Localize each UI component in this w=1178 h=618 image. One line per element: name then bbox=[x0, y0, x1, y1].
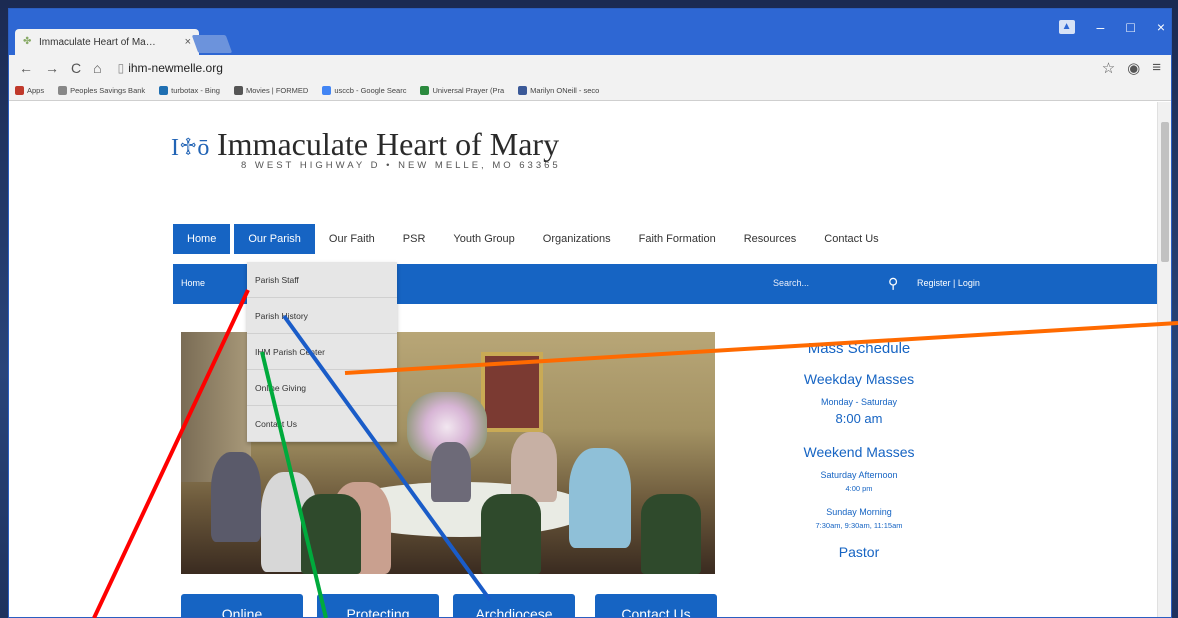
bookmark-favicon-icon bbox=[322, 86, 332, 95]
dropdown-item-online-giving[interactable]: Online Giving bbox=[247, 370, 397, 406]
search-input[interactable] bbox=[773, 278, 873, 288]
bookmark-label: Peoples Savings Bank bbox=[70, 86, 146, 95]
page-icon: ▯ bbox=[117, 61, 125, 75]
new-tab-button[interactable] bbox=[191, 35, 233, 53]
contact-us-button[interactable]: Contact Us bbox=[595, 594, 717, 617]
weekday-days: Monday - Saturday bbox=[820, 397, 898, 407]
weekday-masses-heading: Weekday Masses bbox=[803, 371, 915, 387]
scrollbar-thumb[interactable] bbox=[1161, 122, 1169, 262]
home-icon[interactable]: ⌂ bbox=[93, 60, 101, 76]
breadcrumb[interactable]: Home bbox=[181, 278, 205, 288]
nav-psr[interactable]: PSR bbox=[389, 224, 440, 254]
register-login-link[interactable]: Register | Login bbox=[917, 278, 980, 288]
bookmark-label: usccb - Google Searc bbox=[334, 86, 407, 95]
browser-tab[interactable]: ✤ Immaculate Heart of Ma… × bbox=[15, 29, 199, 55]
saturday-label: Saturday Afternoon bbox=[820, 470, 898, 480]
parish-logo[interactable]: I♱ō bbox=[171, 128, 211, 168]
dropdown-item-contact-us[interactable]: Contact Us bbox=[247, 406, 397, 442]
bookmark-favicon-icon bbox=[233, 86, 243, 95]
bookmark-item[interactable]: Marilyn ONeill - seco bbox=[518, 86, 599, 95]
nav-home[interactable]: Home bbox=[173, 224, 231, 254]
page-scrollbar[interactable] bbox=[1157, 102, 1171, 617]
bookmark-favicon-icon bbox=[518, 86, 528, 95]
nav-contact-us[interactable]: Contact Us bbox=[810, 224, 892, 254]
apps-grid-icon bbox=[15, 86, 24, 95]
url-text: ihm-newmelle.org bbox=[128, 61, 223, 75]
browser-window: ✤ Immaculate Heart of Ma… × ▲ – □ × ← → … bbox=[8, 8, 1172, 618]
favicon-icon: ✤ bbox=[23, 36, 32, 47]
extension-icon[interactable]: ◉ bbox=[1127, 59, 1140, 77]
mass-schedule: Mass Schedule Weekday Masses Monday - Sa… bbox=[769, 340, 949, 570]
minimize-icon[interactable]: – bbox=[1097, 19, 1105, 35]
online-button[interactable]: Online bbox=[181, 594, 303, 617]
sunday-label: Sunday Morning bbox=[826, 507, 892, 517]
bookmark-item[interactable]: Movies | FORMED bbox=[233, 86, 309, 95]
weekday-time: 8:00 am bbox=[835, 411, 883, 426]
nav-organizations[interactable]: Organizations bbox=[529, 224, 625, 254]
pastor-heading: Pastor bbox=[838, 544, 880, 560]
bookmark-label: Universal Prayer (Pra bbox=[432, 86, 505, 95]
bookmark-favicon-icon bbox=[159, 86, 169, 95]
bookmark-item[interactable]: usccb - Google Searc bbox=[322, 86, 406, 95]
bookmark-label: Movies | FORMED bbox=[245, 86, 309, 95]
bookmark-favicon-icon bbox=[420, 86, 430, 95]
bookmark-label: Marilyn ONeill - seco bbox=[530, 86, 600, 95]
bookmark-label: Apps bbox=[27, 86, 45, 95]
browser-titlebar: ✤ Immaculate Heart of Ma… × ▲ – □ × bbox=[9, 9, 1171, 55]
dropdown-item-parish-history[interactable]: Parish History bbox=[247, 298, 397, 334]
site-address: 8 WEST HIGHWAY D • NEW MELLE, MO 63365 bbox=[241, 160, 561, 171]
protecting-button[interactable]: Protecting bbox=[317, 594, 439, 617]
window-controls: ▲ – □ × bbox=[1058, 19, 1165, 35]
tab-close-icon[interactable]: × bbox=[185, 36, 191, 48]
bookmark-favicon-icon bbox=[58, 86, 68, 95]
nav-resources[interactable]: Resources bbox=[730, 224, 811, 254]
nav-our-faith[interactable]: Our Faith bbox=[315, 224, 389, 254]
close-window-icon[interactable]: × bbox=[1157, 19, 1165, 35]
weekend-masses-heading: Weekend Masses bbox=[803, 444, 915, 460]
web-page: I♱ō Immaculate Heart of Mary 8 WEST HIGH… bbox=[9, 102, 1159, 617]
search-icon[interactable]: ⚲ bbox=[888, 275, 898, 292]
nav-youth-group[interactable]: Youth Group bbox=[439, 224, 528, 254]
site-title: Immaculate Heart of Mary bbox=[217, 126, 560, 162]
nav-faith-formation[interactable]: Faith Formation bbox=[625, 224, 730, 254]
tab-title: Immaculate Heart of Ma… bbox=[39, 36, 156, 48]
bookmark-item[interactable]: Peoples Savings Bank bbox=[58, 86, 145, 95]
main-navigation: Home Our Parish Our Faith PSR Youth Group Org… bbox=[173, 224, 893, 254]
reload-icon[interactable]: C bbox=[71, 60, 81, 76]
dropdown-item-ihm-parish-center[interactable]: IHM Parish Center bbox=[247, 334, 397, 370]
menu-icon[interactable]: ≡ bbox=[1152, 59, 1161, 77]
archdiocese-button[interactable]: Archdiocese bbox=[453, 594, 575, 617]
bookmark-item[interactable]: turbotax - Bing bbox=[159, 86, 220, 95]
bookmark-star-icon[interactable]: ☆ bbox=[1102, 59, 1115, 77]
maximize-icon[interactable]: □ bbox=[1126, 19, 1134, 35]
nav-our-parish[interactable]: Our Parish bbox=[234, 224, 315, 254]
address-bar[interactable]: ▯ ihm-newmelle.org bbox=[118, 61, 223, 75]
saturday-time: 4:00 pm bbox=[845, 484, 873, 493]
back-arrow-icon[interactable]: ← bbox=[19, 60, 33, 76]
our-parish-dropdown: Parish Staff Parish History IHM Parish Cen… bbox=[247, 262, 397, 442]
profile-icon[interactable]: ▲ bbox=[1058, 20, 1075, 34]
bookmark-label: turbotax - Bing bbox=[171, 86, 220, 95]
dropdown-item-parish-staff[interactable]: Parish Staff bbox=[247, 262, 397, 298]
forward-arrow-icon[interactable]: → bbox=[45, 60, 59, 76]
browser-toolbar: ← → C ⌂ ▯ ihm-newmelle.org ☆ ◉ ≡ bbox=[9, 55, 1171, 81]
sunday-times: 7:30am, 9:30am, 11:15am bbox=[815, 521, 903, 530]
bookmarks-bar: Apps Peoples Savings Bank turbotax - Bing M… bbox=[9, 81, 1171, 101]
bookmark-item[interactable]: Universal Prayer (Pra bbox=[420, 86, 504, 95]
bookmark-item[interactable]: Apps bbox=[15, 86, 44, 95]
mass-schedule-heading: Mass Schedule bbox=[807, 340, 911, 357]
